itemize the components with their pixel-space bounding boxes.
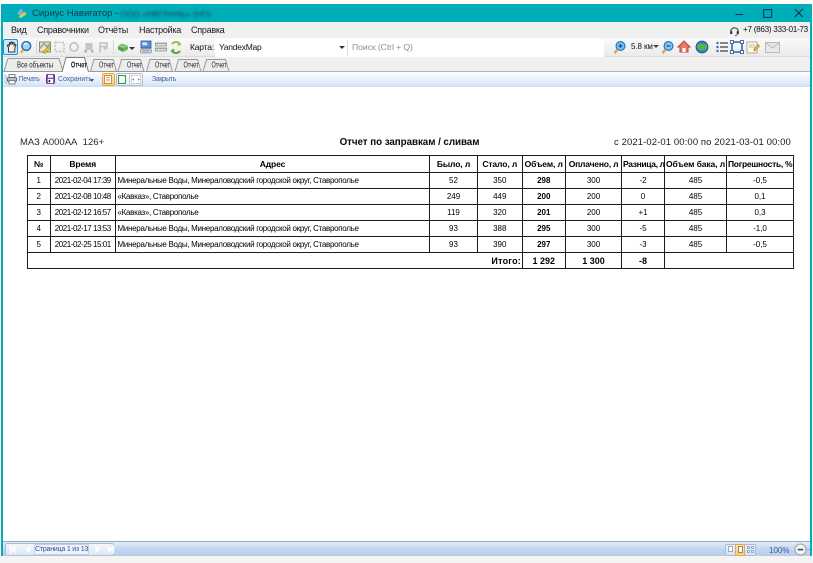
svg-text:Отчет: Отчет — [212, 61, 227, 70]
svg-text:Отчет: Отчет — [184, 61, 199, 70]
svg-text:Отчет: Отчет — [99, 61, 114, 70]
svg-text:Все объекты: Все объекты — [17, 61, 53, 70]
svg-text:Отчет: Отчет — [127, 61, 142, 70]
svg-text:Отчет: Отчет — [71, 61, 87, 70]
svg-text:Отчет: Отчет — [155, 61, 170, 70]
